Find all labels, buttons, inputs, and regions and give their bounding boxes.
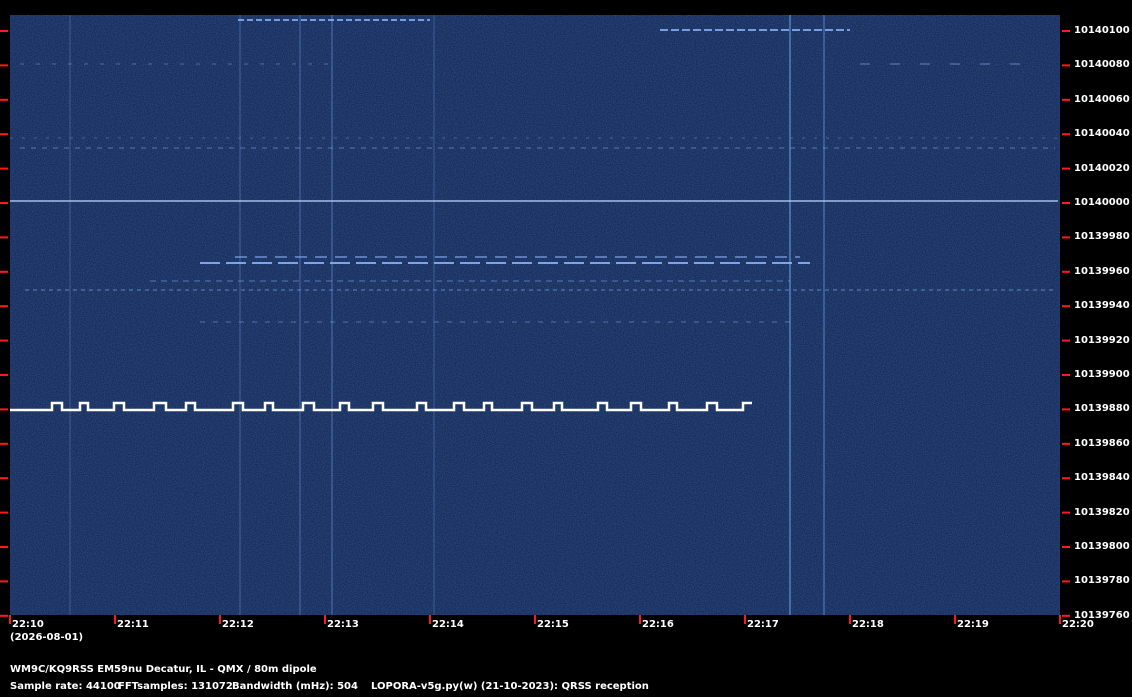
y-tick-label: 10140020: [1074, 162, 1130, 174]
spectrogram-waterfall: [0, 15, 1070, 624]
station-info: WM9C/KQ9RSS EM59nu Decatur, IL - QMX / 8…: [10, 664, 317, 675]
y-tick-label: 10139920: [1074, 334, 1130, 346]
x-tick-label: 22:20: [1062, 619, 1094, 630]
bandwidth: Bandwidth (mHz): 504: [232, 681, 358, 692]
y-tick-label: 10139780: [1074, 575, 1130, 587]
x-tick-label: 22:10: [12, 619, 44, 630]
waterfall-noise: [10, 15, 1060, 615]
y-tick-label: 10139880: [1074, 403, 1130, 415]
y-tick-label: 10139960: [1074, 265, 1130, 277]
y-tick-label: 10140080: [1074, 59, 1130, 71]
x-tick-label: 22:15: [537, 619, 569, 630]
software-info: LOPORA-v5g.py(w) (21-10-2023): QRSS rece…: [371, 681, 649, 692]
x-tick-label: 22:14: [432, 619, 464, 630]
y-tick-label: 10140040: [1074, 128, 1130, 140]
y-tick-label: 10139840: [1074, 472, 1130, 484]
date-label: (2026-08-01): [10, 632, 84, 643]
x-tick-label: 22:12: [222, 619, 254, 630]
y-tick-label: 10140060: [1074, 93, 1130, 105]
y-tick-label: 10139940: [1074, 300, 1130, 312]
x-tick-label: 22:16: [642, 619, 674, 630]
y-tick-label: 10139800: [1074, 541, 1130, 552]
y-tick-label: 10140100: [1074, 25, 1130, 36]
fft-samples: FFTsamples: 131072: [118, 681, 233, 692]
y-tick-label: 10140000: [1074, 197, 1130, 208]
x-tick-label: 22:13: [327, 619, 359, 630]
y-tick-label: 10139900: [1074, 369, 1130, 380]
y-tick-label: 10139820: [1074, 506, 1130, 518]
sample-rate: Sample rate: 44100: [10, 681, 121, 692]
x-tick-label: 22:17: [747, 619, 779, 630]
x-tick-label: 22:19: [957, 619, 989, 630]
x-axis-ticks: [9, 615, 1061, 624]
y-tick-label: 10139980: [1074, 231, 1130, 243]
x-tick-label: 22:18: [852, 619, 884, 630]
y-tick-label: 10139860: [1074, 437, 1130, 449]
x-tick-label: 22:11: [117, 619, 149, 630]
